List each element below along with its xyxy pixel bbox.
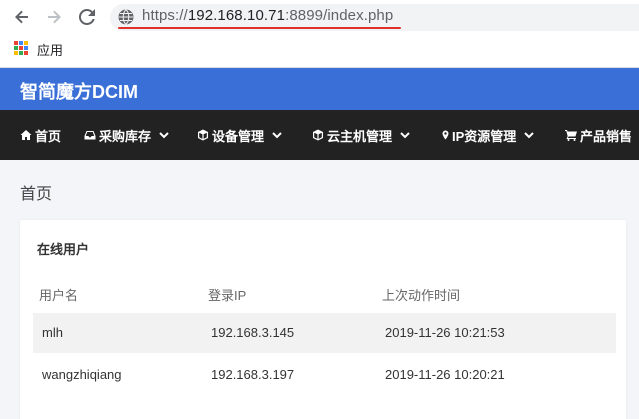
nav-item-label: IP资源管理: [452, 128, 517, 144]
url-annotation-underline: [118, 27, 401, 29]
inbox-icon: [84, 131, 96, 140]
cell-last-action-time: 2019-11-26 10:20:21: [385, 367, 505, 382]
online-users-card: 在线用户 用户名 登录IP 上次动作时间 mlh 192.168.3.145 2…: [20, 220, 626, 419]
reload-button[interactable]: [76, 6, 98, 28]
cell-last-action-time: 2019-11-26 10:21:53: [385, 325, 505, 340]
nav-item-purchase-inventory[interactable]: 采购库存: [84, 110, 169, 160]
nav-item-home[interactable]: 首页: [20, 110, 61, 160]
cube-icon: [313, 129, 323, 141]
chevron-down-icon: [524, 132, 535, 139]
cell-username: mlh: [42, 325, 63, 340]
reload-icon: [79, 9, 95, 25]
app-header: 智简魔方DCIM: [0, 68, 639, 110]
chevron-down-icon: [272, 132, 282, 139]
nav-item-product-sales[interactable]: 产品销售: [565, 110, 632, 160]
map-marker-icon: [442, 130, 449, 140]
app-title[interactable]: 智简魔方DCIM: [20, 78, 138, 104]
forward-button[interactable]: [43, 6, 65, 28]
cube-icon: [198, 129, 208, 141]
apps-grid-icon[interactable]: [14, 41, 28, 55]
cart-icon: [565, 130, 577, 141]
page-title: 首页: [20, 186, 53, 203]
nav-item-label: 云主机管理: [327, 128, 393, 144]
nav-item-label: 采购库存: [99, 128, 152, 144]
nav-item-label: 产品销售: [580, 128, 633, 144]
nav-item-device-management[interactable]: 设备管理: [197, 110, 282, 160]
cell-username: wangzhiqiang: [42, 367, 122, 382]
main-nav: 首页 采购库存 设备管理 云主机管理 IP资源管理 产品销售: [0, 110, 639, 160]
nav-item-cloud-host-management[interactable]: 云主机管理: [312, 110, 410, 160]
back-button[interactable]: [11, 6, 33, 28]
home-icon: [20, 130, 32, 140]
arrow-left-icon: [15, 10, 28, 24]
url-path: :8899/index.php: [285, 7, 394, 24]
arrow-right-icon: [48, 10, 61, 24]
nav-item-label: 首页: [35, 128, 62, 144]
nav-item-label: 设备管理: [212, 128, 265, 144]
table-row: mlh 192.168.3.145 2019-11-26 10:21:53: [33, 313, 616, 353]
cell-login-ip: 192.168.3.145: [211, 325, 295, 340]
globe-icon: [118, 9, 134, 25]
column-header-login-ip: 登录IP: [208, 288, 247, 303]
card-title: 在线用户: [37, 242, 90, 257]
cell-login-ip: 192.168.3.197: [211, 367, 295, 382]
url-host: 192.168.10.71: [187, 7, 286, 24]
column-header-username: 用户名: [39, 288, 79, 303]
url-text[interactable]: https://192.168.10.71:8899/index.php: [142, 7, 393, 24]
bookmark-apps-label[interactable]: 应用: [37, 40, 63, 59]
chevron-down-icon: [400, 132, 410, 139]
table-row: wangzhiqiang 192.168.3.197 2019-11-26 10…: [33, 355, 616, 395]
chevron-down-icon: [159, 132, 169, 139]
column-header-last-action-time: 上次动作时间: [382, 288, 461, 303]
browser-chrome: https://192.168.10.71:8899/index.php 应用: [0, 0, 639, 68]
url-scheme: https://: [142, 7, 188, 24]
nav-item-ip-resource-management[interactable]: IP资源管理: [441, 110, 535, 160]
